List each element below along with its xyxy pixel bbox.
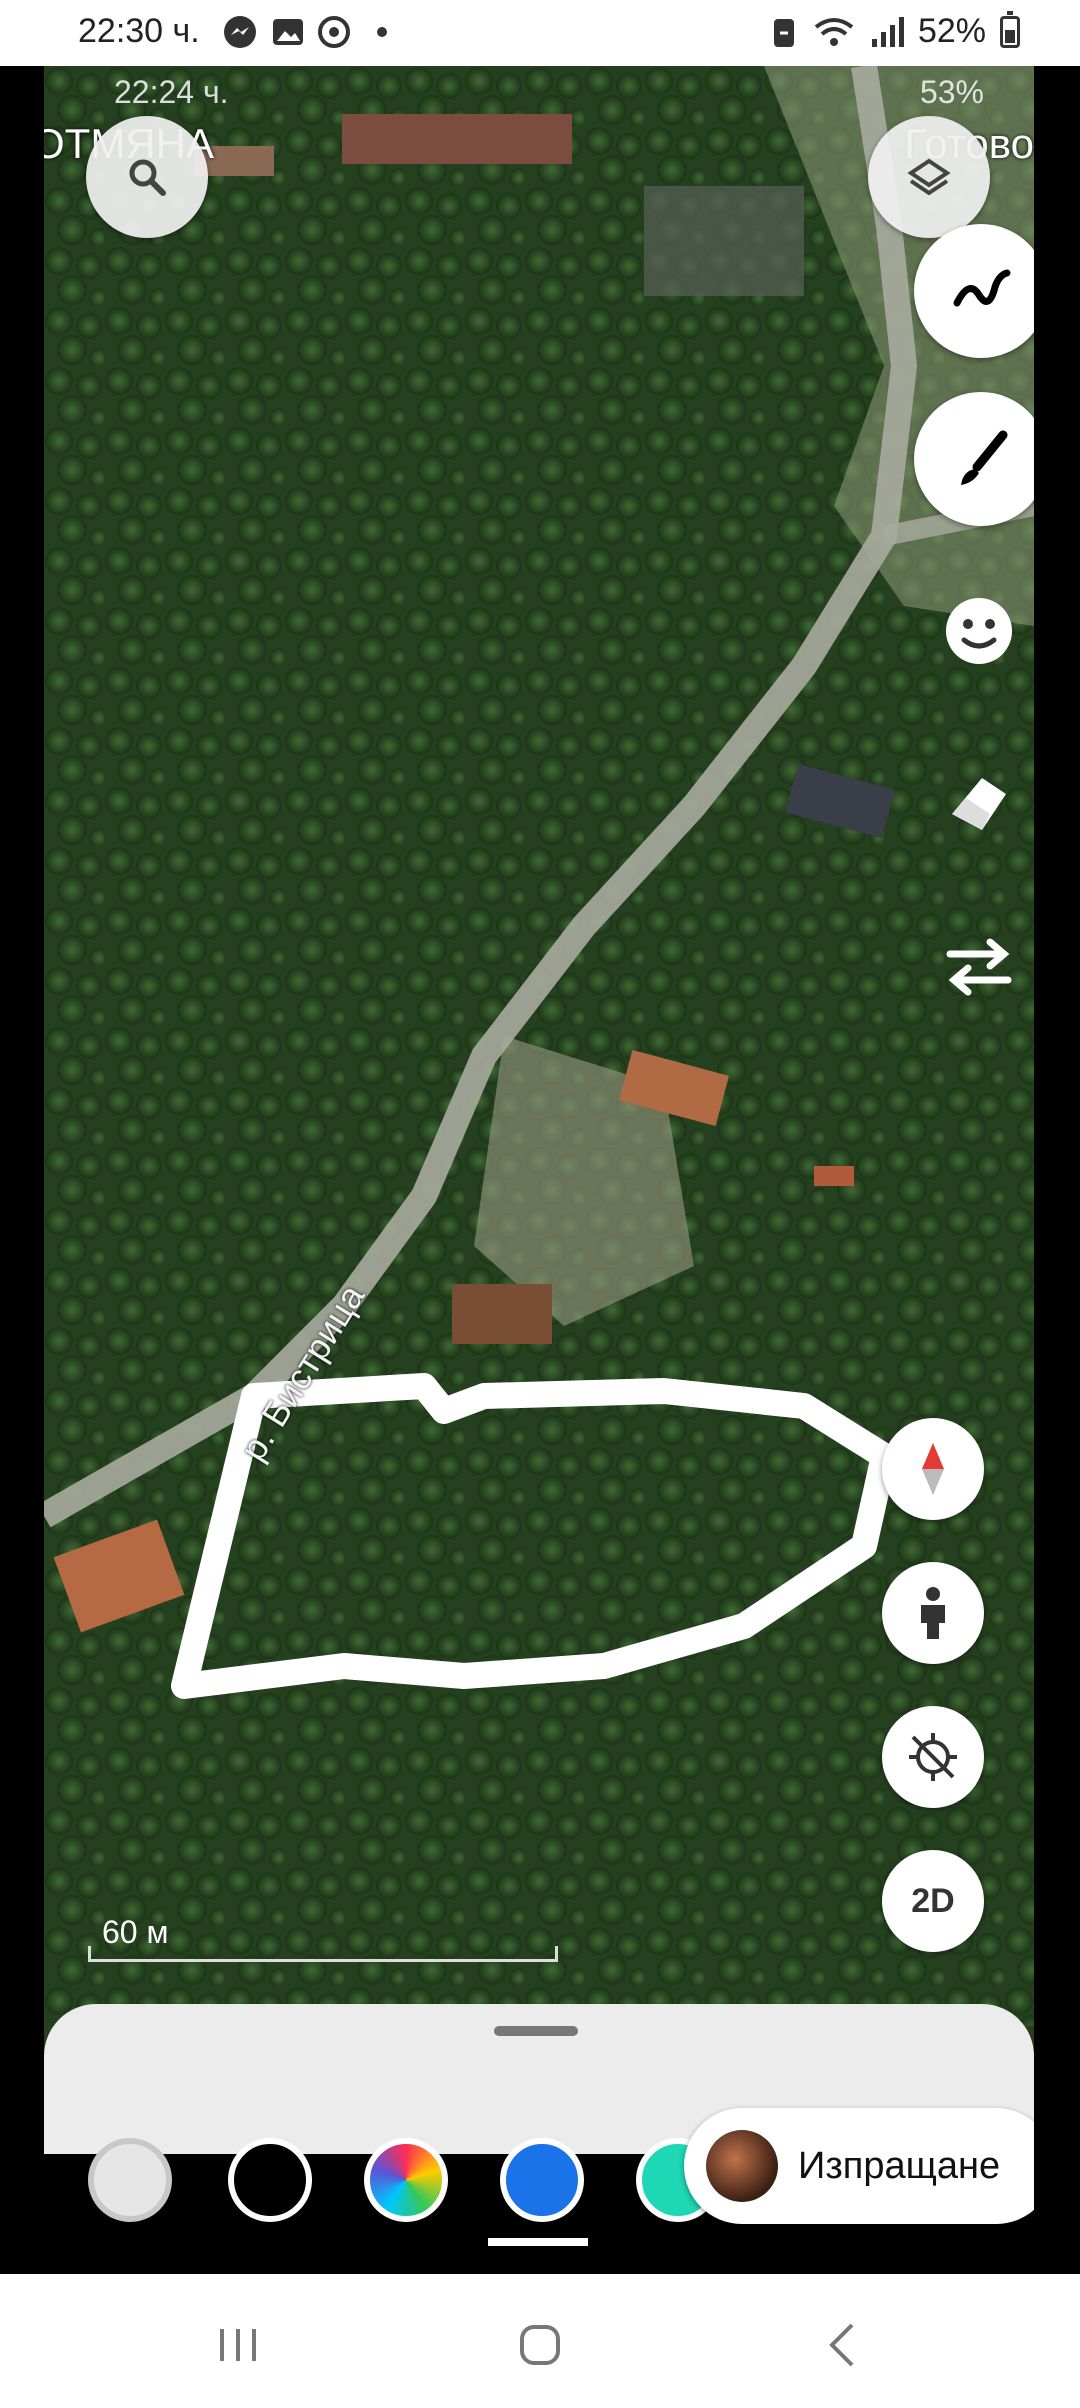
signal-icon [871,16,904,47]
swap-tool-button[interactable] [934,922,1024,1012]
compass-button[interactable] [882,1418,984,1520]
scale-bar [88,1946,558,1962]
navigation-bar [0,2274,1080,2408]
dot-icon [377,27,387,37]
color-swatch-blue[interactable] [500,2138,584,2222]
battery-percent: 52% [917,12,986,50]
back-button[interactable] [812,2320,872,2370]
messenger-icon [224,16,256,48]
eraser-tool-button[interactable] [934,756,1024,846]
sheet-handle[interactable] [494,2026,578,2036]
send-button[interactable]: Изпращане [684,2108,1034,2224]
location-button[interactable] [882,1706,984,1808]
back-icon [829,2323,854,2367]
brush-icon [961,430,1008,485]
pegman-icon [921,1587,945,1639]
location-off-icon [909,1733,957,1781]
home-icon [520,2325,560,2365]
satellite-map[interactable] [44,66,1034,2026]
recent-apps-button[interactable] [208,2320,268,2370]
inner-battery-percent: 53% [919,74,984,110]
color-swatch-black[interactable] [228,2138,312,2222]
view-mode-label: 2D [911,1881,955,1920]
home-button[interactable] [510,2320,570,2370]
screenshot-editor[interactable]: 22:24 ч. 53% ОТМЯНА Готово [44,66,1034,2274]
search-button[interactable] [86,116,208,238]
search-icon [129,159,166,196]
status-time: 22:30 ч. [78,12,200,50]
gallery-icon [273,19,303,45]
sync-icon [318,16,350,48]
status-bar: 22:30 ч. 52% [0,0,1080,66]
compass-icon [922,1443,944,1495]
emoji-icon [946,598,1012,664]
color-swatch-white[interactable] [88,2138,172,2222]
inner-status-time: 22:24 ч. [114,74,229,110]
eraser-icon [952,778,1006,830]
send-label: Изпращане [798,2144,1001,2187]
squiggle-pen-icon [953,269,1011,307]
status-right: 52% [770,10,1020,51]
avatar [706,2130,778,2202]
battery-icon [1000,10,1020,48]
battery-saver-icon [773,18,794,47]
street-view-button[interactable] [882,1562,984,1664]
layers-button[interactable] [868,116,990,238]
recent-apps-icon [220,2329,256,2361]
sticker-tool-button[interactable] [934,586,1024,676]
view-mode-button[interactable]: 2D [882,1850,984,1952]
wifi-icon [814,17,854,46]
swap-icon [946,938,1012,996]
inner-home-indicator [488,2238,588,2246]
inner-status-right: 53% [920,74,984,111]
layers-icon [907,158,951,196]
color-swatch-rainbow[interactable] [364,2138,448,2222]
